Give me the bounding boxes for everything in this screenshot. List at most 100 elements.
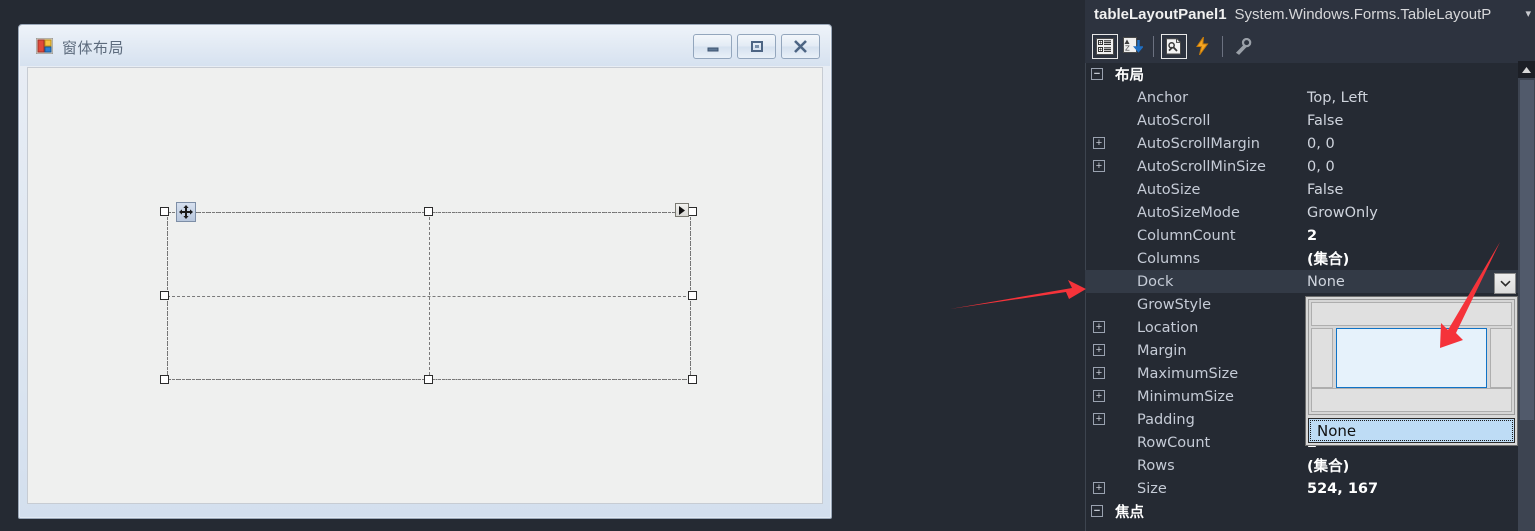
property-name: Location xyxy=(1137,319,1199,336)
property-name: Columns xyxy=(1137,250,1201,267)
property-row[interactable]: + AutoScrollMinSize 0, 0 xyxy=(1085,155,1518,178)
categorized-button[interactable] xyxy=(1092,33,1118,59)
property-row[interactable]: Rows (集合) xyxy=(1085,454,1518,477)
dock-editor-frame xyxy=(1308,299,1515,415)
selected-object-type: System.Windows.Forms.TableLayoutP xyxy=(1234,6,1492,23)
property-name: Rows xyxy=(1137,457,1175,474)
property-name: Anchor xyxy=(1137,89,1189,106)
expand-plus-icon[interactable]: + xyxy=(1093,413,1105,425)
expand-plus-icon[interactable]: + xyxy=(1093,482,1105,494)
property-value[interactable]: 2 xyxy=(1307,228,1317,244)
form-designer-canvas[interactable]: 窗体布局 xyxy=(0,0,1085,531)
toolbar-separator-1 xyxy=(1153,35,1154,57)
property-name: 焦点 xyxy=(1115,505,1144,521)
collapse-minus-icon[interactable]: − xyxy=(1091,68,1103,80)
property-value[interactable]: None xyxy=(1307,274,1345,290)
property-name: GrowStyle xyxy=(1137,296,1212,313)
screen-root: 窗体布局 tableLayoutPanel1 System.Windows.Fo… xyxy=(0,0,1535,531)
property-name: AutoScroll xyxy=(1137,112,1211,129)
property-value[interactable]: Top, Left xyxy=(1307,90,1368,106)
property-row[interactable]: Dock None xyxy=(1085,270,1518,293)
properties-scrollbar[interactable] xyxy=(1518,61,1535,531)
property-name: MaximumSize xyxy=(1137,365,1239,382)
property-name: RowCount xyxy=(1137,434,1211,451)
expand-plus-icon[interactable]: + xyxy=(1093,390,1105,402)
alphabetical-sort-button[interactable]: Z xyxy=(1120,34,1146,59)
expand-plus-icon[interactable]: + xyxy=(1093,367,1105,379)
property-category-row[interactable]: − 布局 xyxy=(1085,63,1518,86)
resize-handle-bottom-right[interactable] xyxy=(688,375,697,384)
dock-region-none[interactable]: None xyxy=(1308,418,1515,443)
property-category-row[interactable]: − 焦点 xyxy=(1085,500,1518,523)
properties-page-button[interactable] xyxy=(1161,33,1187,59)
resize-handle-top-right[interactable] xyxy=(688,207,697,216)
dock-none-label: None xyxy=(1317,421,1357,440)
form-titlebar[interactable]: 窗体布局 xyxy=(20,26,830,66)
property-row[interactable]: AutoSizeMode GrowOnly xyxy=(1085,201,1518,224)
dock-region-top[interactable] xyxy=(1311,302,1512,326)
expand-plus-icon[interactable]: + xyxy=(1093,321,1105,333)
property-row[interactable]: AutoScroll False xyxy=(1085,109,1518,132)
chevron-down-icon[interactable]: ▾ xyxy=(1525,7,1531,20)
property-value[interactable]: (集合) xyxy=(1307,248,1349,269)
scrollbar-thumb[interactable] xyxy=(1520,80,1534,420)
property-row[interactable]: Columns (集合) xyxy=(1085,247,1518,270)
resize-handle-top-center[interactable] xyxy=(424,207,433,216)
property-row[interactable]: + Size 524, 167 xyxy=(1085,477,1518,500)
toolbar-separator-2 xyxy=(1222,35,1223,57)
move-handle-icon[interactable] xyxy=(176,202,196,222)
form-client-area[interactable] xyxy=(27,67,823,504)
properties-toolbar[interactable]: Z xyxy=(1085,29,1535,63)
property-value[interactable]: 0, 0 xyxy=(1307,159,1335,175)
properties-header[interactable]: tableLayoutPanel1 System.Windows.Forms.T… xyxy=(1085,0,1535,29)
resize-handle-bottom-center[interactable] xyxy=(424,375,433,384)
smart-tag-icon[interactable] xyxy=(675,203,689,217)
resize-handle-middle-right[interactable] xyxy=(688,291,697,300)
svg-text:Z: Z xyxy=(1125,45,1130,53)
property-pages-button[interactable] xyxy=(1230,34,1256,59)
property-name: AutoScrollMargin xyxy=(1137,135,1260,152)
tlp-row-divider xyxy=(167,296,691,297)
property-value[interactable]: 0, 0 xyxy=(1307,136,1335,152)
minimize-button[interactable] xyxy=(693,34,732,59)
expand-plus-icon[interactable]: + xyxy=(1093,160,1105,172)
property-row[interactable]: + AutoScrollMargin 0, 0 xyxy=(1085,132,1518,155)
tablelayoutpanel-control[interactable] xyxy=(160,202,698,387)
expand-plus-icon[interactable]: + xyxy=(1093,344,1105,356)
resize-handle-bottom-left[interactable] xyxy=(160,375,169,384)
property-name: MinimumSize xyxy=(1137,388,1234,405)
property-row[interactable]: AutoSize False xyxy=(1085,178,1518,201)
property-row[interactable]: Anchor Top, Left xyxy=(1085,86,1518,109)
property-value[interactable]: 524, 167 xyxy=(1307,481,1378,497)
property-value[interactable]: (集合) xyxy=(1307,455,1349,476)
resize-handle-middle-left[interactable] xyxy=(160,291,169,300)
collapse-minus-icon[interactable]: − xyxy=(1091,505,1103,517)
property-name: AutoSize xyxy=(1137,181,1201,198)
window-controls xyxy=(693,34,820,59)
scroll-up-icon[interactable] xyxy=(1518,61,1535,78)
dock-editor-dropdown[interactable]: None xyxy=(1305,296,1518,446)
expand-plus-icon[interactable]: + xyxy=(1093,137,1105,149)
close-button[interactable] xyxy=(781,34,820,59)
property-name: AutoSizeMode xyxy=(1137,204,1240,221)
properties-panel[interactable]: tableLayoutPanel1 System.Windows.Forms.T… xyxy=(1085,0,1535,531)
design-form-window[interactable]: 窗体布局 xyxy=(18,24,832,519)
property-name: 布局 xyxy=(1115,68,1144,84)
selected-object-name: tableLayoutPanel1 xyxy=(1094,6,1227,23)
property-value[interactable]: False xyxy=(1307,113,1343,129)
property-value[interactable]: False xyxy=(1307,182,1343,198)
property-row[interactable]: ColumnCount 2 xyxy=(1085,224,1518,247)
dock-region-right[interactable] xyxy=(1490,328,1512,388)
dock-dropdown-button[interactable] xyxy=(1494,273,1516,294)
events-button[interactable] xyxy=(1189,34,1215,59)
property-value[interactable]: GrowOnly xyxy=(1307,205,1378,221)
maximize-button[interactable] xyxy=(737,34,776,59)
dock-region-bottom[interactable] xyxy=(1311,388,1512,412)
dock-region-left[interactable] xyxy=(1311,328,1333,388)
form-icon xyxy=(35,37,54,55)
property-name: ColumnCount xyxy=(1137,227,1236,244)
form-title: 窗体布局 xyxy=(62,39,125,57)
property-name: Margin xyxy=(1137,342,1187,359)
dock-region-fill[interactable] xyxy=(1336,328,1487,388)
resize-handle-top-left[interactable] xyxy=(160,207,169,216)
